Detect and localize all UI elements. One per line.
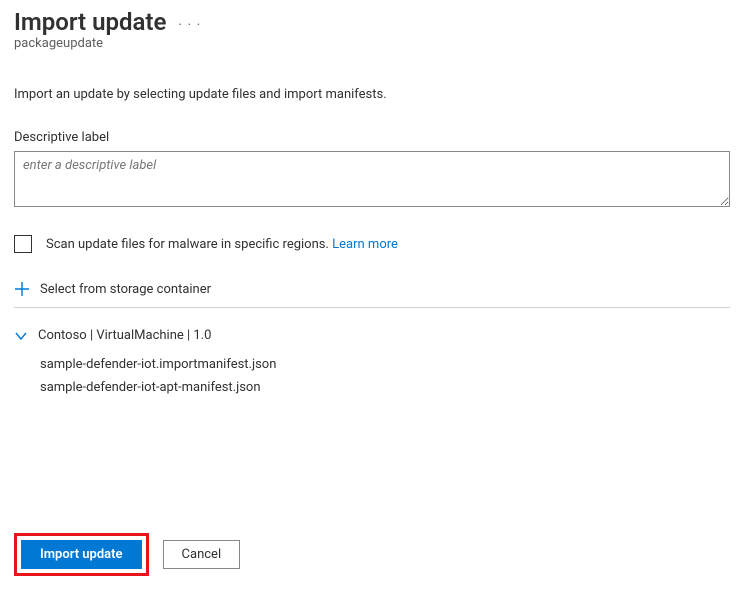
learn-more-link[interactable]: Learn more — [332, 237, 398, 252]
scan-checkbox[interactable] — [14, 235, 32, 253]
intro-text: Import an update by selecting update fil… — [14, 87, 738, 102]
page-title: Import update — [14, 8, 166, 36]
file-list: sample-defender-iot.importmanifest.json … — [40, 353, 738, 399]
select-storage-label: Select from storage container — [40, 282, 211, 297]
scan-label-text: Scan update files for malware in specifi… — [46, 237, 329, 252]
chevron-down-icon — [14, 329, 28, 343]
import-button-highlight: Import update — [14, 533, 149, 576]
plus-icon — [14, 281, 30, 297]
tree-node[interactable]: Contoso | VirtualMachine | 1.0 — [14, 328, 738, 343]
tree-node-label: Contoso | VirtualMachine | 1.0 — [38, 328, 211, 343]
list-item: sample-defender-iot.importmanifest.json — [40, 353, 738, 376]
scan-checkbox-label: Scan update files for malware in specifi… — [46, 237, 398, 252]
descriptive-input[interactable] — [14, 151, 730, 207]
cancel-button[interactable]: Cancel — [163, 540, 241, 569]
divider — [14, 307, 730, 308]
descriptive-label: Descriptive label — [14, 130, 738, 145]
more-icon[interactable]: · · · — [178, 11, 201, 33]
page-subtitle: packageupdate — [14, 36, 738, 51]
select-storage-button[interactable]: Select from storage container — [14, 281, 738, 297]
list-item: sample-defender-iot-apt-manifest.json — [40, 376, 738, 399]
import-button[interactable]: Import update — [21, 540, 142, 569]
